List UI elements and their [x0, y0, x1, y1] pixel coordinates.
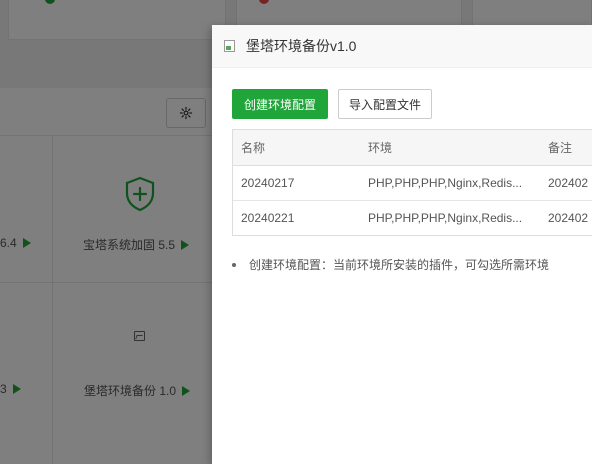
table-header-row: 名称 环境 备注	[233, 130, 592, 166]
dialog-toolbar: 创建环境配置 导入配置文件	[232, 89, 433, 119]
help-note: 创建环境配置：当前环境所安装的插件，可勾选所需环境	[232, 256, 549, 273]
dialog-header: 堡塔环境备份v1.0	[212, 25, 592, 68]
column-header-remark: 备注	[540, 130, 592, 166]
cell-name: 20240217	[233, 165, 360, 201]
cell-name: 20240221	[241, 210, 295, 225]
create-config-button[interactable]: 创建环境配置	[232, 89, 329, 119]
cell-environment: PHP,PHP,PHP,Nginx,Redis...	[360, 165, 540, 201]
cell-remark: 202402	[540, 165, 592, 201]
cell-environment: PHP,PHP,PHP,Nginx,Redis...	[368, 210, 523, 225]
dialog-title: 堡塔环境备份v1.0	[246, 38, 357, 54]
table-row[interactable]: 20240217 PHP,PHP,PHP,Nginx,Redis... 2024…	[233, 165, 592, 201]
config-table: 名称 环境 备注 20240217 PHP,PHP,PHP,Nginx,Redi…	[232, 129, 592, 236]
broken-image-icon	[224, 39, 238, 53]
cell-remark: 202402	[548, 210, 589, 225]
backup-dialog: 堡塔环境备份v1.0 创建环境配置 导入配置文件 名称 环境 备注 202402…	[212, 25, 592, 464]
import-config-button[interactable]: 导入配置文件	[338, 89, 433, 119]
table-row[interactable]: 20240221 PHP,PHP,PHP,Nginx,Redis... 2024…	[233, 200, 592, 235]
column-header-environment: 环境	[360, 130, 540, 166]
help-notes: 创建环境配置：当前环境所安装的插件，可勾选所需环境	[232, 256, 549, 273]
column-header-name: 名称	[233, 130, 360, 166]
